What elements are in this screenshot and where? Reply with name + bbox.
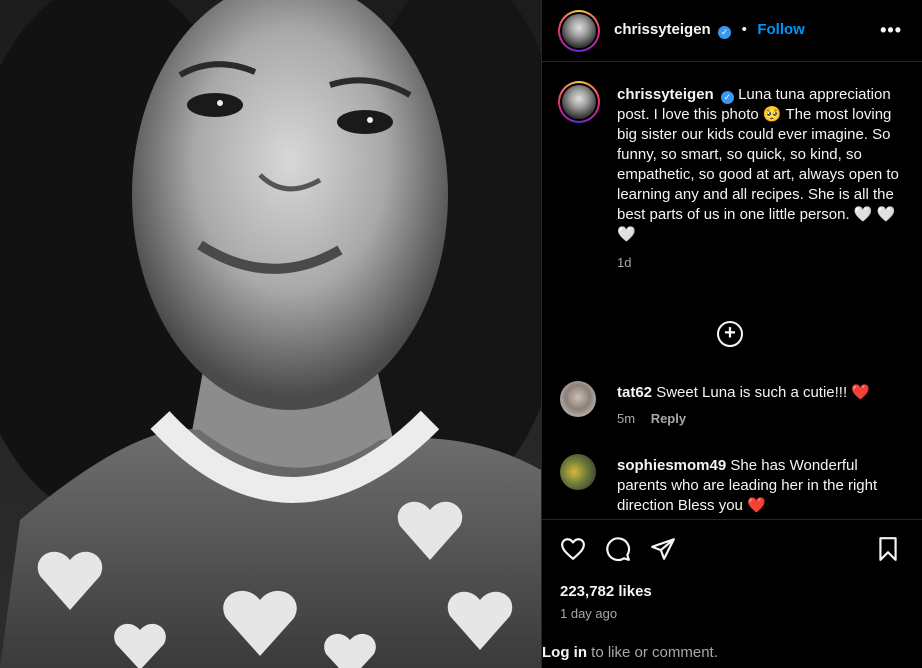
comment-meta: 5m Reply — [617, 411, 686, 426]
post-caption: chrissyteigen ✓ Luna tuna appreciation p… — [617, 85, 912, 273]
comment-username[interactable]: sophiesmom49 — [617, 457, 726, 474]
author-username[interactable]: chrissyteigen — [614, 21, 711, 38]
comment-username[interactable]: tat62 — [617, 384, 652, 401]
caption-text: Luna tuna appreciation post. I love this… — [617, 86, 899, 243]
heart-icon[interactable] — [560, 536, 586, 562]
post-header: chrissyteigen ✓ • Follow ••• — [542, 0, 922, 62]
caption-author-avatar[interactable] — [558, 81, 600, 123]
post-photo[interactable] — [0, 0, 541, 668]
reply-button[interactable]: Reply — [651, 411, 686, 426]
post-actions: 223,782 likes 1 day ago Log in to like o… — [542, 519, 922, 668]
login-prompt: Log in to like or comment. — [542, 644, 922, 661]
comment-age: 5m — [617, 411, 636, 426]
comment-avatar[interactable] — [560, 454, 596, 490]
post-timestamp[interactable]: 1 day ago — [560, 606, 617, 621]
header-user-line: chrissyteigen ✓ • Follow — [614, 21, 805, 39]
more-options-icon[interactable]: ••• — [880, 20, 902, 41]
login-link[interactable]: Log in — [542, 644, 587, 661]
separator-dot: • — [741, 21, 747, 38]
verified-badge-icon: ✓ — [718, 26, 732, 39]
verified-badge-icon: ✓ — [720, 91, 734, 104]
likes-count[interactable]: 223,782 likes — [560, 583, 652, 600]
follow-button[interactable]: Follow — [757, 21, 805, 38]
bookmark-icon[interactable] — [876, 536, 900, 562]
comment-item: sophiesmom49 She has Wonderful parents w… — [617, 456, 907, 516]
login-prompt-text: to like or comment. — [587, 644, 718, 661]
comment-body: Sweet Luna is such a cutie!!! ❤️ — [656, 384, 870, 401]
comment-icon[interactable] — [605, 536, 631, 562]
comments-scroll-area[interactable]: chrissyteigen ✓ Luna tuna appreciation p… — [542, 63, 922, 519]
post-panel: chrissyteigen ✓ • Follow ••• chrissyteig… — [542, 0, 922, 668]
caption-username[interactable]: chrissyteigen — [617, 86, 714, 103]
comment-avatar[interactable] — [560, 381, 596, 417]
comment-item: tat62 Sweet Luna is such a cutie!!! ❤️ — [617, 383, 907, 403]
caption-age: 1d — [617, 255, 632, 270]
portrait-illustration — [0, 0, 541, 668]
add-circle-icon[interactable]: + — [717, 321, 743, 347]
share-icon[interactable] — [650, 536, 676, 562]
author-avatar[interactable] — [558, 10, 600, 52]
